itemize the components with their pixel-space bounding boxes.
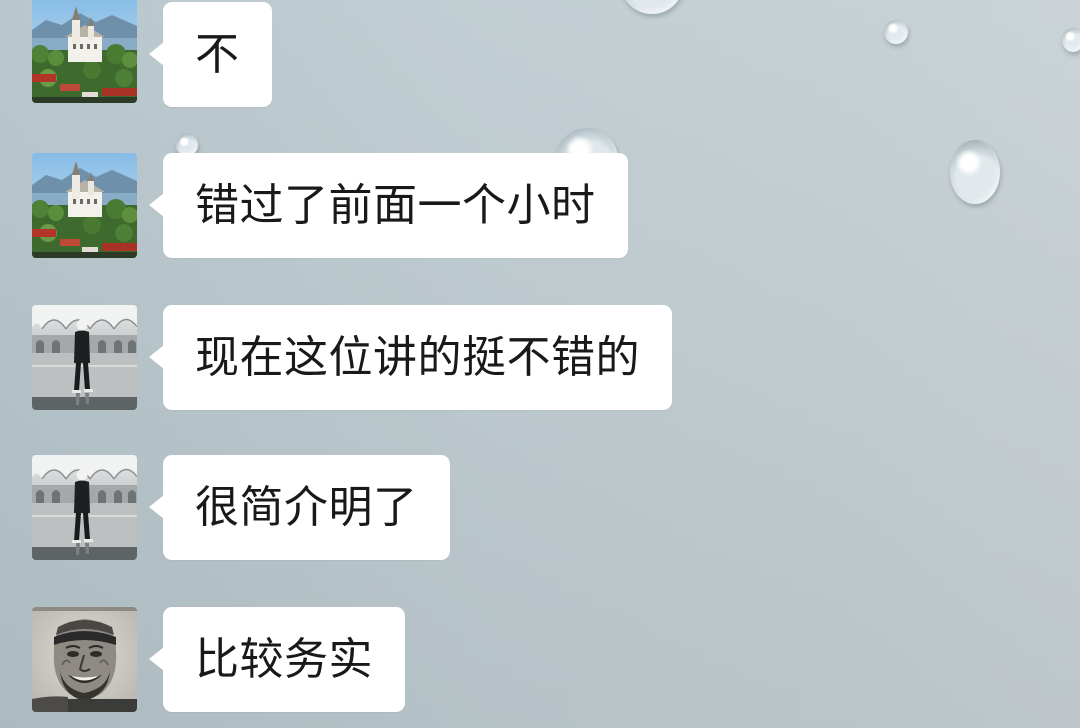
- chat-area[interactable]: 不 错过了前面一个小时 现在这位讲的挺不错的 很简介明了 比较务实: [0, 0, 1080, 728]
- landscape-avatar[interactable]: [32, 0, 137, 103]
- message-text: 比较务实: [195, 634, 373, 685]
- bubble-tail: [149, 647, 164, 671]
- message-bubble[interactable]: 比较务实: [149, 607, 405, 712]
- bubble-tail: [149, 495, 164, 519]
- message-row: 比较务实: [0, 607, 1080, 712]
- message-bubble[interactable]: 很简介明了: [149, 455, 450, 560]
- landscape-avatar[interactable]: [32, 153, 137, 258]
- message-row: 现在这位讲的挺不错的: [0, 305, 1080, 410]
- message-text: 不: [195, 29, 240, 80]
- message-text: 错过了前面一个小时: [195, 180, 596, 231]
- message-text: 很简介明了: [195, 482, 418, 533]
- message-bubble[interactable]: 不: [149, 2, 272, 107]
- message-bubble[interactable]: 现在这位讲的挺不错的: [149, 305, 672, 410]
- person-walking-avatar[interactable]: [32, 455, 137, 560]
- message-row: 错过了前面一个小时: [0, 153, 1080, 258]
- bubble-tail: [149, 193, 164, 217]
- message-bubble[interactable]: 错过了前面一个小时: [149, 153, 628, 258]
- bubble-tail: [149, 345, 164, 369]
- message-row: 很简介明了: [0, 455, 1080, 560]
- bubble-tail: [149, 42, 164, 66]
- person-walking-avatar[interactable]: [32, 305, 137, 410]
- message-text: 现在这位讲的挺不错的: [195, 332, 640, 383]
- message-row: 不: [0, 0, 1080, 107]
- portrait-sketch-avatar[interactable]: [32, 607, 137, 712]
